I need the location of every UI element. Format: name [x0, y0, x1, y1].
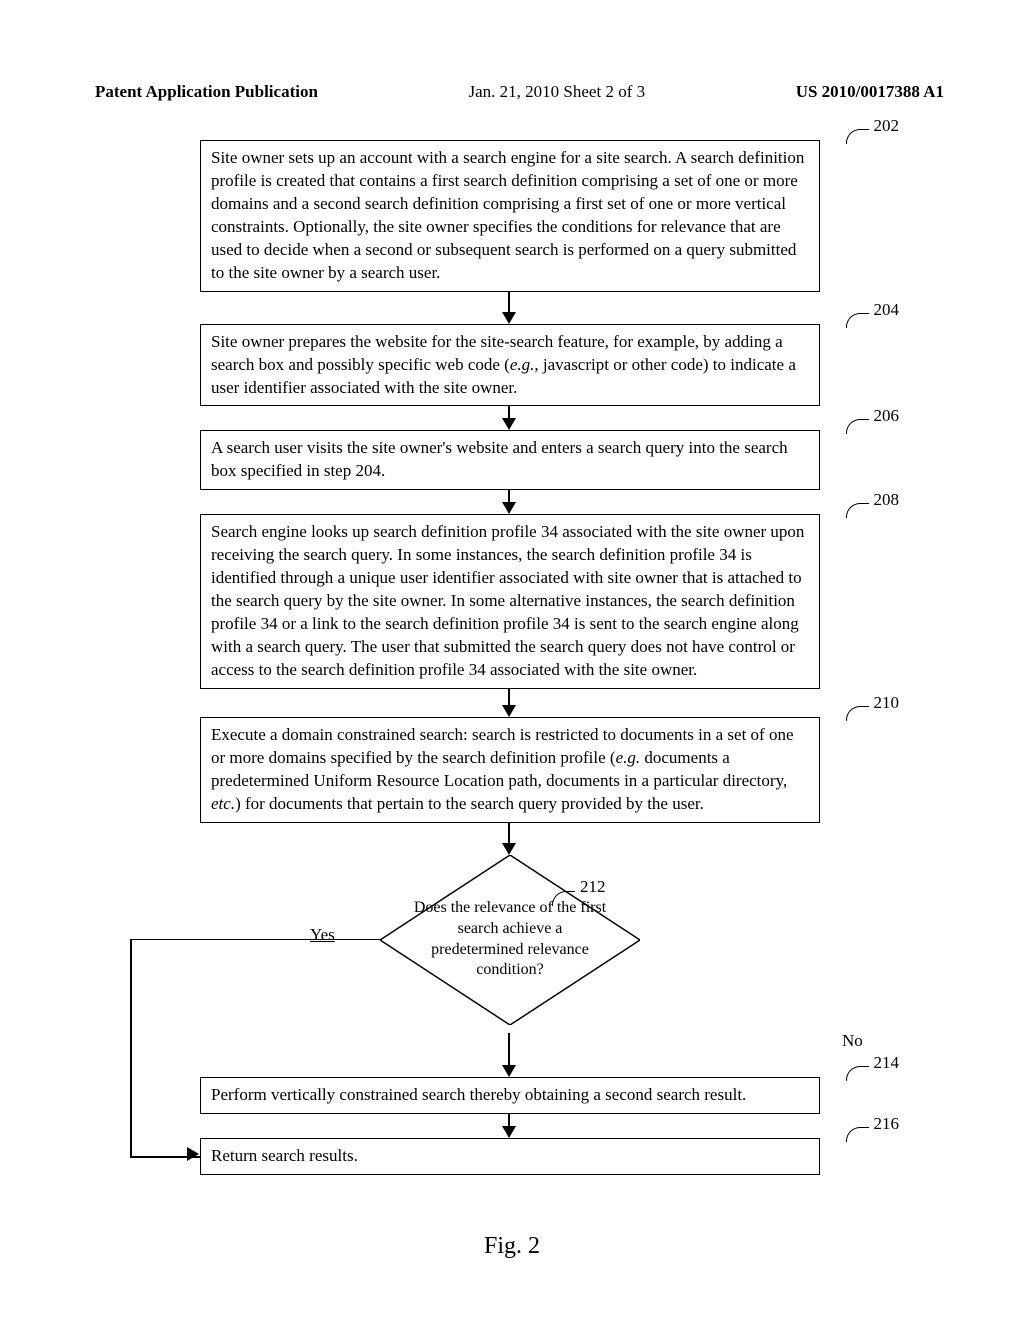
step-214: 214 Perform vertically constrained searc… [200, 1077, 820, 1114]
step-208: 208 Search engine looks up search defini… [200, 514, 820, 689]
step-216: 216 Return search results. [200, 1138, 820, 1175]
page-header: Patent Application Publication Jan. 21, … [95, 82, 944, 102]
step-210-text-after: ) for documents that pertain to the sear… [235, 794, 704, 813]
figure-label: Fig. 2 [0, 1233, 1024, 1260]
step-206-text: A search user visits the site owner's we… [211, 438, 788, 480]
ref-210: 210 [874, 692, 900, 715]
yes-label: Yes [310, 925, 335, 945]
ref-204: 204 [874, 299, 900, 322]
no-label: No [842, 1031, 1024, 1051]
decision-212-wrap: Does the relevance of the first search a… [200, 855, 820, 1035]
yes-branch-line [130, 939, 380, 941]
ref-216: 216 [874, 1113, 900, 1136]
step-216-text: Return search results. [211, 1146, 358, 1165]
step-206: 206 A search user visits the site owner'… [200, 430, 820, 490]
step-210: 210 Execute a domain constrained search:… [200, 717, 820, 823]
step-202-text: Site owner sets up an account with a sea… [211, 148, 804, 282]
ref-206: 206 [874, 405, 900, 428]
yes-branch-vertical [130, 939, 132, 1156]
header-right: US 2010/0017388 A1 [796, 82, 944, 102]
step-204-eg: e.g. [510, 355, 535, 374]
ref-214: 214 [874, 1052, 900, 1075]
ref-202: 202 [874, 115, 900, 138]
ref-208: 208 [874, 489, 900, 512]
yes-arrow-head-icon [187, 1147, 199, 1161]
step-210-eg: e.g. [616, 748, 641, 767]
ref-212: 212 [580, 877, 606, 897]
step-210-etc: etc. [211, 794, 235, 813]
header-left: Patent Application Publication [95, 82, 318, 102]
step-208-text: Search engine looks up search definition… [211, 522, 804, 679]
header-center: Jan. 21, 2010 Sheet 2 of 3 [469, 82, 646, 102]
flowchart: 202 Site owner sets up an account with a… [130, 140, 830, 1175]
step-202: 202 Site owner sets up an account with a… [200, 140, 820, 292]
step-204: 204 Site owner prepares the website for … [200, 324, 820, 407]
step-214-text: Perform vertically constrained search th… [211, 1085, 746, 1104]
